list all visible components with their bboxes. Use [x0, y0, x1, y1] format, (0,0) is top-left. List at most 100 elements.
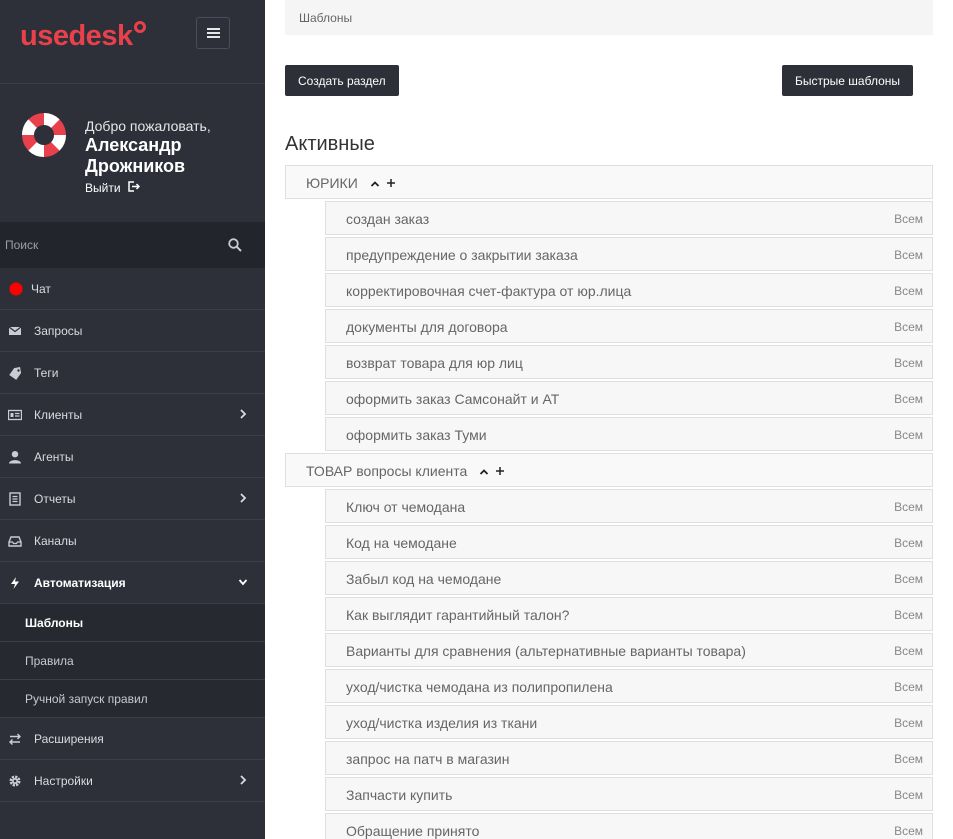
template-scope: Всем — [894, 500, 923, 514]
template-name: предупреждение о закрытии заказа — [346, 247, 578, 263]
template-row[interactable]: Забыл код на чемодане Всем — [325, 561, 933, 595]
template-scope: Всем — [894, 716, 923, 730]
template-row[interactable]: оформить заказ Туми Всем — [325, 417, 933, 451]
menu-toggle-button[interactable] — [196, 17, 230, 49]
sidebar-item-label: Настройки — [34, 774, 93, 788]
template-name: документы для договора — [346, 319, 508, 335]
collapse-chevron-up-icon[interactable] — [370, 175, 380, 191]
template-name: создан заказ — [346, 211, 430, 227]
logout-link[interactable]: Выйти — [85, 181, 140, 195]
template-row[interactable]: Как выглядит гарантийный талон? Всем — [325, 597, 933, 631]
sidebar-item-label: Запросы — [34, 324, 83, 338]
template-scope: Всем — [894, 356, 923, 370]
add-template-plus-icon[interactable] — [386, 175, 396, 191]
template-row[interactable]: оформить заказ Самсонайт и AT Всем — [325, 381, 933, 415]
tag-icon — [9, 367, 22, 380]
logout-label: Выйти — [85, 181, 121, 195]
template-row[interactable]: Варианты для сравнения (альтернативные в… — [325, 633, 933, 667]
sidebar-item-channels[interactable]: Каналы — [0, 520, 265, 562]
template-scope: Всем — [894, 392, 923, 406]
search-input[interactable] — [0, 222, 265, 268]
report-icon — [9, 492, 21, 506]
template-row[interactable]: возврат товара для юр лиц Всем — [325, 345, 933, 379]
avatar — [21, 112, 67, 158]
sidebar-item-extensions[interactable]: Расширения — [0, 718, 265, 760]
template-row[interactable]: Код на чемодане Всем — [325, 525, 933, 559]
template-scope: Всем — [894, 644, 923, 658]
template-name: корректировочная счет-фактура от юр.лица — [346, 283, 632, 299]
sidebar-subitem-manual-rules[interactable]: Ручной запуск правил — [0, 680, 265, 718]
sidebar-item-tags[interactable]: Теги — [0, 352, 265, 394]
user-name: Александр Дрожников — [85, 135, 186, 176]
create-section-button[interactable]: Создать раздел — [285, 65, 399, 96]
template-row[interactable]: уход/чистка изделия из ткани Всем — [325, 705, 933, 739]
template-name: Как выглядит гарантийный талон? — [346, 607, 570, 623]
chevron-right-icon — [240, 409, 247, 419]
sidebar-item-agents[interactable]: Агенты — [0, 436, 265, 478]
template-scope: Всем — [894, 752, 923, 766]
sidebar-subitem-label: Правила — [25, 654, 74, 668]
template-scope: Всем — [894, 212, 923, 226]
sidebar-item-automation[interactable]: Автоматизация — [0, 562, 265, 604]
template-group-row[interactable]: ЮРИКИ — [285, 165, 933, 199]
template-row[interactable]: корректировочная счет-фактура от юр.лица… — [325, 273, 933, 307]
logo-text: usedesk — [20, 20, 133, 52]
search-icon[interactable] — [228, 238, 242, 252]
breadcrumb: Шаблоны — [285, 0, 933, 35]
template-row[interactable]: предупреждение о закрытии заказа Всем — [325, 237, 933, 271]
usedesk-logo[interactable]: usedesk — [20, 20, 146, 53]
sidebar-item-label: Расширения — [34, 732, 104, 746]
template-name: возврат товара для юр лиц — [346, 355, 523, 371]
template-name: Обращение принято — [346, 823, 480, 839]
template-row[interactable]: создан заказ Всем — [325, 201, 933, 235]
sidebar-item-reports[interactable]: Отчеты — [0, 478, 265, 520]
chevron-down-icon — [238, 579, 248, 586]
template-name: оформить заказ Самсонайт и AT — [346, 391, 560, 407]
logout-icon — [128, 181, 140, 192]
collapse-chevron-up-icon[interactable] — [479, 463, 489, 479]
sidebar-subitem-templates[interactable]: Шаблоны — [0, 604, 265, 642]
envelope-icon — [8, 326, 22, 335]
template-row[interactable]: запрос на патч в магазин Всем — [325, 741, 933, 775]
group-name: ТОВАР вопросы клиента — [306, 463, 505, 479]
template-name: Варианты для сравнения (альтернативные в… — [346, 643, 746, 659]
lifebuoy-logo-icon — [133, 21, 146, 33]
main-content: Шаблоны Создать раздел Быстрые шаблоны А… — [285, 0, 933, 839]
template-scope: Всем — [894, 284, 923, 298]
sidebar-header: usedesk — [0, 0, 265, 84]
sidebar-item-label: Автоматизация — [34, 576, 126, 590]
sidebar-subitem-rules[interactable]: Правила — [0, 642, 265, 680]
sidebar-item-label: Отчеты — [34, 492, 76, 506]
template-name: Код на чемодане — [346, 535, 457, 551]
template-scope: Всем — [894, 248, 923, 262]
template-scope: Всем — [894, 680, 923, 694]
template-name: Ключ от чемодана — [346, 499, 466, 515]
template-name: уход/чистка изделия из ткани — [346, 715, 538, 731]
user-profile: Добро пожаловать, Александр Дрожников Вы… — [0, 84, 265, 222]
sidebar-item-chat[interactable]: Чат — [0, 268, 265, 310]
sidebar-item-label: Агенты — [34, 450, 74, 464]
template-row[interactable]: Обращение принято Всем — [325, 813, 933, 839]
template-name: Запчасти купить — [346, 787, 453, 803]
chevron-right-icon — [240, 775, 247, 785]
sidebar-item-clients[interactable]: Клиенты — [0, 394, 265, 436]
quick-templates-button[interactable]: Быстрые шаблоны — [782, 65, 913, 96]
sidebar: usedesk Добро пожаловать, Александр Дрож… — [0, 0, 265, 839]
user-icon — [9, 451, 21, 464]
template-scope: Всем — [894, 788, 923, 802]
group-tools — [473, 463, 505, 479]
sidebar-item-requests[interactable]: Запросы — [0, 310, 265, 352]
sidebar-subitem-label: Ручной запуск правил — [25, 692, 148, 706]
template-scope: Всем — [894, 428, 923, 442]
template-group-row[interactable]: ТОВАР вопросы клиента — [285, 453, 933, 487]
template-scope: Всем — [894, 824, 923, 838]
exchange-icon — [9, 733, 21, 745]
add-template-plus-icon[interactable] — [495, 463, 505, 479]
template-scope: Всем — [894, 608, 923, 622]
template-row[interactable]: документы для договора Всем — [325, 309, 933, 343]
template-row[interactable]: Ключ от чемодана Всем — [325, 489, 933, 523]
sidebar-item-settings[interactable]: Настройки — [0, 760, 265, 802]
sidebar-item-label: Теги — [34, 366, 59, 380]
template-row[interactable]: Запчасти купить Всем — [325, 777, 933, 811]
template-row[interactable]: уход/чистка чемодана из полипропилена Все… — [325, 669, 933, 703]
